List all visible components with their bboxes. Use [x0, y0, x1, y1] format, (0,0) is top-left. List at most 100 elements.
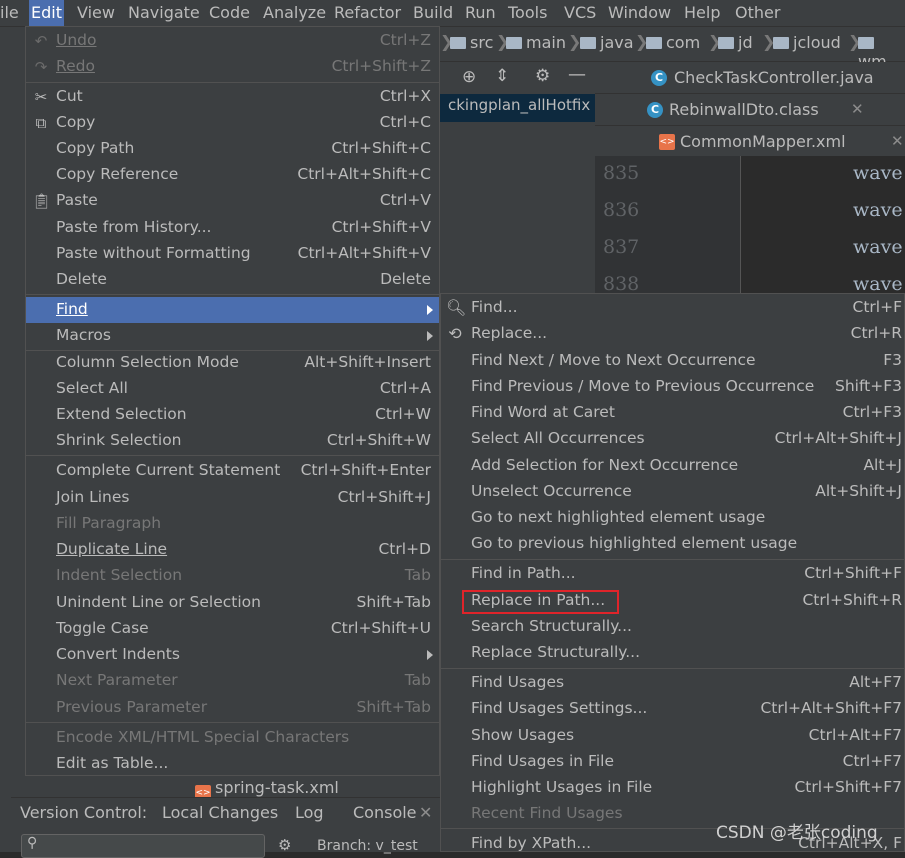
menu-item-label: Delete: [56, 270, 107, 288]
menu-edit[interactable]: Edit: [29, 0, 64, 26]
menu-item-column-selection-mode[interactable]: Column Selection Mode Alt+Shift+Insert: [26, 350, 439, 376]
menu-build[interactable]: Build: [413, 0, 453, 26]
menu-item-extend-selection[interactable]: Extend Selection Ctrl+W: [26, 402, 439, 428]
menu-code[interactable]: Code: [209, 0, 250, 26]
menu-item-undo[interactable]: ↶ Undo Ctrl+Z: [26, 28, 439, 54]
tab-commonmapper[interactable]: <> CommonMapper.xml ✕: [595, 126, 905, 158]
menu-item-fill-paragraph[interactable]: Fill Paragraph: [26, 511, 439, 537]
submenu-item-find-usages-settings[interactable]: Find Usages Settings... Ctrl+Alt+Shift+F7: [441, 696, 904, 722]
menu-file[interactable]: ile: [0, 0, 19, 26]
submenu-item-find-usages[interactable]: Find Usages Alt+F7: [441, 670, 904, 696]
breadcrumb-item[interactable]: src: [450, 33, 493, 52]
tab-local-changes[interactable]: Local Changes: [162, 803, 278, 822]
breadcrumb-item[interactable]: main: [506, 33, 566, 52]
menu-other[interactable]: Other: [735, 0, 780, 26]
menu-analyze[interactable]: Analyze: [263, 0, 326, 26]
menu-item-select-all[interactable]: Select All Ctrl+A: [26, 376, 439, 402]
gear-icon[interactable]: ⚙: [278, 836, 291, 854]
code-line[interactable]: wave: [853, 236, 903, 258]
menu-item-next-parameter[interactable]: Next Parameter Tab: [26, 668, 439, 694]
close-icon[interactable]: ✕: [419, 803, 432, 822]
submenu-item-replace-structurally[interactable]: Replace Structurally...: [441, 640, 904, 666]
breadcrumb-item[interactable]: jd: [718, 33, 753, 52]
tab-console[interactable]: Console: [353, 803, 417, 822]
submenu-item-previous-highlighted[interactable]: Go to previous highlighted element usage: [441, 531, 904, 557]
menu-item-shrink-selection[interactable]: Shrink Selection Ctrl+Shift+W: [26, 428, 439, 454]
tab-checktaskcontroller[interactable]: C CheckTaskController.java: [595, 62, 905, 94]
menu-item-shortcut: F3: [883, 351, 902, 369]
menu-window[interactable]: Window: [608, 0, 671, 26]
menu-item-indent-selection[interactable]: Indent Selection Tab: [26, 563, 439, 589]
code-line[interactable]: wave: [853, 199, 903, 221]
close-icon[interactable]: ✕: [891, 132, 904, 150]
submenu-item-select-all-occurrences[interactable]: Select All Occurrences Ctrl+Alt+Shift+J: [441, 426, 904, 452]
code-editor[interactable]: 835 836 837 838 wave wave wave wave: [595, 156, 905, 296]
menu-item-duplicate-line[interactable]: Duplicate Line Ctrl+D: [26, 537, 439, 563]
gear-icon[interactable]: ⚙: [535, 66, 550, 86]
menu-item-paste-without-formatting[interactable]: Paste without Formatting Ctrl+Alt+Shift+V: [26, 241, 439, 267]
menu-item-macros[interactable]: Macros: [26, 323, 439, 349]
minimize-icon[interactable]: —: [568, 64, 586, 85]
tab-log[interactable]: Log: [295, 803, 324, 822]
menu-item-label: Show Usages: [471, 726, 575, 744]
breadcrumb-item[interactable]: jcloud: [773, 33, 841, 52]
menu-item-join-lines[interactable]: Join Lines Ctrl+Shift+J: [26, 485, 439, 511]
menu-item-convert-indents[interactable]: Convert Indents: [26, 642, 439, 668]
submenu-item-replace[interactable]: ⟲ Replace... Ctrl+R: [441, 321, 904, 347]
breadcrumb-label: jcloud: [793, 33, 841, 52]
menu-item-copy-reference[interactable]: Copy Reference Ctrl+Alt+Shift+C: [26, 162, 439, 188]
submenu-item-find[interactable]: 🔍︎ Find... Ctrl+F: [441, 295, 904, 321]
submenu-item-find-usages-in-file[interactable]: Find Usages in File Ctrl+F7: [441, 749, 904, 775]
menu-refactor[interactable]: Refactor: [334, 0, 401, 26]
menu-item-label: Edit as Table...: [56, 754, 169, 772]
breadcrumb-item[interactable]: java: [580, 33, 634, 52]
menu-item-delete[interactable]: Delete Delete: [26, 267, 439, 293]
menu-item-redo[interactable]: ↷ Redo Ctrl+Shift+Z: [26, 54, 439, 80]
menu-item-paste-from-history[interactable]: Paste from History... Ctrl+Shift+V: [26, 215, 439, 241]
menu-item-shortcut: Ctrl+Shift+V: [331, 218, 431, 236]
tab-rebinwalldto[interactable]: C RebinwallDto.class ✕: [595, 94, 905, 126]
menu-navigate[interactable]: Navigate: [128, 0, 200, 26]
menu-item-encode-xml[interactable]: Encode XML/HTML Special Characters: [26, 725, 439, 751]
menu-item-label: Unindent Line or Selection: [56, 593, 261, 611]
menu-item-shortcut: Shift+Tab: [356, 593, 431, 611]
vcs-search-input[interactable]: ⚲: [21, 834, 265, 858]
folder-icon: [506, 37, 522, 49]
menu-item-toggle-case[interactable]: Toggle Case Ctrl+Shift+U: [26, 616, 439, 642]
menu-item-edit-as-table[interactable]: Edit as Table...: [26, 751, 439, 777]
menu-run[interactable]: Run: [465, 0, 496, 26]
menu-item-previous-parameter[interactable]: Previous Parameter Shift+Tab: [26, 695, 439, 721]
submenu-item-find-previous[interactable]: Find Previous / Move to Previous Occurre…: [441, 374, 904, 400]
submenu-item-find-next[interactable]: Find Next / Move to Next Occurrence F3: [441, 348, 904, 374]
menu-tools[interactable]: Tools: [508, 0, 547, 26]
collapse-icon[interactable]: ⇕: [495, 66, 509, 86]
submenu-item-show-usages[interactable]: Show Usages Ctrl+Alt+F7: [441, 723, 904, 749]
menu-vcs[interactable]: VCS: [564, 0, 596, 26]
watermark: CSDN @老张coding: [716, 823, 878, 843]
submenu-item-next-highlighted[interactable]: Go to next highlighted element usage: [441, 505, 904, 531]
submenu-item-unselect-occurrence[interactable]: Unselect Occurrence Alt+Shift+J: [441, 479, 904, 505]
submenu-item-search-structurally[interactable]: Search Structurally...: [441, 614, 904, 640]
menu-item-shortcut: Shift+Tab: [356, 698, 431, 716]
menu-item-shortcut: Ctrl+Z: [379, 31, 431, 49]
menu-item-complete-current-statement[interactable]: Complete Current Statement Ctrl+Shift+Ent…: [26, 458, 439, 484]
menu-help[interactable]: Help: [684, 0, 720, 26]
submenu-item-add-selection[interactable]: Add Selection for Next Occurrence Alt+J: [441, 453, 904, 479]
submenu-item-find-in-path[interactable]: Find in Path... Ctrl+Shift+F: [441, 561, 904, 587]
close-icon[interactable]: ✕: [851, 100, 864, 118]
breadcrumb-item[interactable]: com: [646, 33, 700, 52]
code-line[interactable]: wave: [853, 162, 903, 184]
tree-node-label[interactable]: ckingplan_allHotfix: [448, 96, 590, 114]
menu-view[interactable]: View: [77, 0, 115, 26]
menu-item-find[interactable]: Find: [26, 297, 439, 323]
code-line[interactable]: wave: [853, 273, 903, 295]
locate-icon[interactable]: ⊕: [462, 67, 476, 87]
menu-item-copy[interactable]: ⧉ Copy Ctrl+C: [26, 110, 439, 136]
menu-item-paste[interactable]: 📋︎ Paste Ctrl+V: [26, 188, 439, 214]
submenu-item-find-word-at-caret[interactable]: Find Word at Caret Ctrl+F3: [441, 400, 904, 426]
menu-item-unindent[interactable]: Unindent Line or Selection Shift+Tab: [26, 590, 439, 616]
submenu-item-highlight-usages[interactable]: Highlight Usages in File Ctrl+Shift+F7: [441, 775, 904, 801]
menu-item-cut[interactable]: ✂ Cut Ctrl+X: [26, 84, 439, 110]
menu-item-label: Find Usages Settings...: [471, 699, 648, 717]
menu-item-copy-path[interactable]: Copy Path Ctrl+Shift+C: [26, 136, 439, 162]
